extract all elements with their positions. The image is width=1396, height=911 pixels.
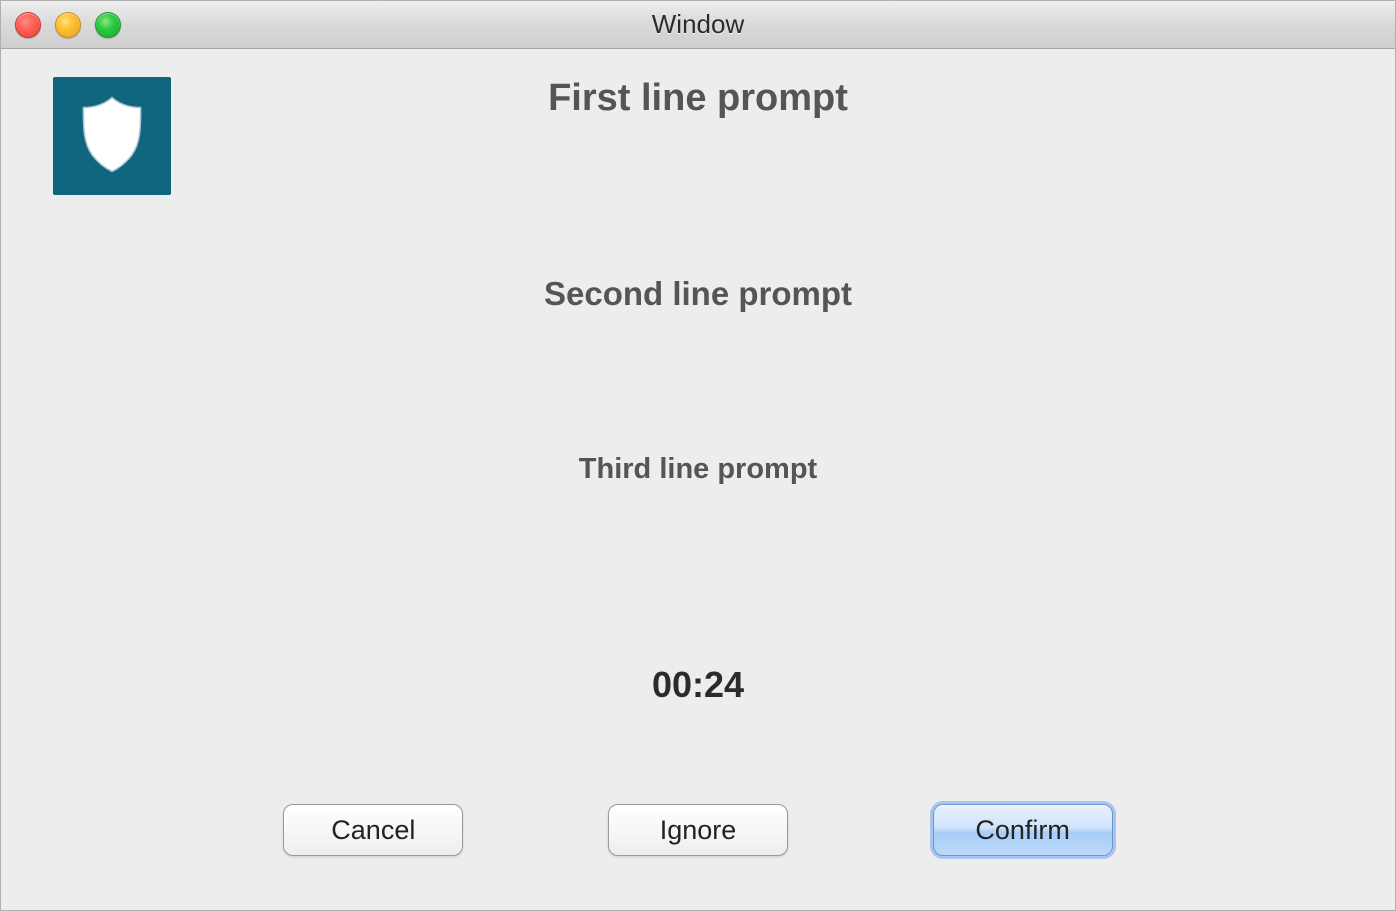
confirm-button[interactable]: Confirm <box>933 804 1113 856</box>
ignore-button[interactable]: Ignore <box>608 804 788 856</box>
minimize-icon[interactable] <box>55 12 81 38</box>
prompt-line-3: Third line prompt <box>579 453 817 486</box>
dialog-content: First line prompt Second line prompt Thi… <box>1 49 1395 910</box>
prompt-area: First line prompt Second line prompt Thi… <box>1 77 1395 486</box>
countdown-timer: 00:24 <box>652 664 744 706</box>
window-title: Window <box>652 9 744 40</box>
traffic-lights <box>15 12 121 38</box>
cancel-button[interactable]: Cancel <box>283 804 463 856</box>
titlebar[interactable]: Window <box>1 1 1395 49</box>
dialog-window: Window First line prompt Second line pro… <box>0 0 1396 911</box>
close-icon[interactable] <box>15 12 41 38</box>
zoom-icon[interactable] <box>95 12 121 38</box>
prompt-line-1: First line prompt <box>548 77 848 120</box>
button-row: Cancel Ignore Confirm <box>1 804 1395 856</box>
prompt-line-2: Second line prompt <box>544 275 852 313</box>
